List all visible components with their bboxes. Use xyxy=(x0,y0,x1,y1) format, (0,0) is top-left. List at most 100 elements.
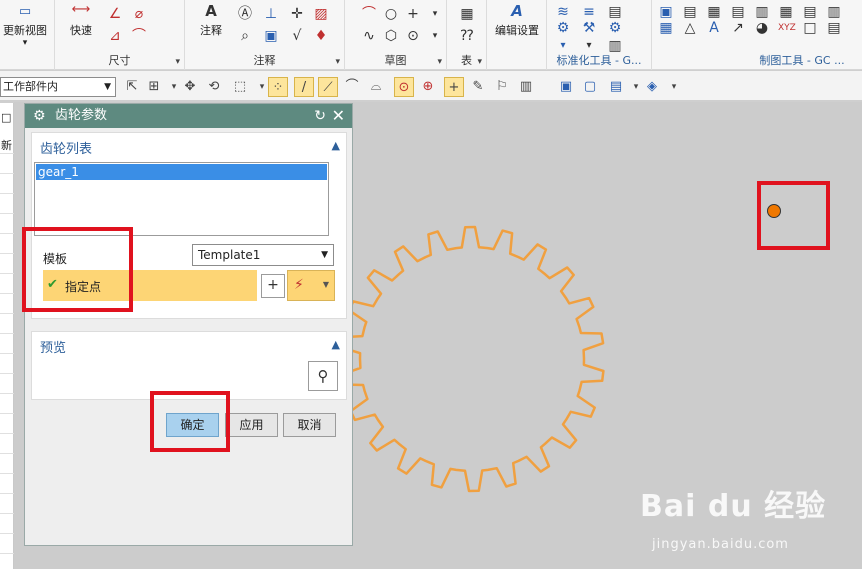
circle-icon[interactable]: ○ xyxy=(383,6,399,22)
polygon-icon[interactable]: ⬡ xyxy=(383,28,399,44)
chevron-down-icon[interactable]: ▾ xyxy=(427,28,443,44)
layout-icon[interactable]: ▤ xyxy=(606,77,626,97)
angular-dimension-icon[interactable]: ∠ xyxy=(107,6,123,22)
close-icon[interactable]: ✕ xyxy=(332,106,345,126)
chevron-down-icon[interactable]: ▾ xyxy=(477,57,482,67)
layers-icon[interactable]: ≡ xyxy=(581,4,597,20)
paint-icon[interactable]: ⚐ xyxy=(492,77,512,97)
preview-button[interactable]: ⚲ xyxy=(308,361,338,391)
hatch-icon[interactable]: ▨ xyxy=(313,6,329,22)
divider xyxy=(0,473,14,474)
update-view-button[interactable]: ▭ 更新视图 ▾ xyxy=(2,4,48,48)
line-snap-icon[interactable]: / xyxy=(294,77,314,97)
collapse-icon[interactable]: ▲ xyxy=(332,338,340,351)
collapse-icon[interactable]: ▲ xyxy=(332,139,340,152)
chevron-down-icon[interactable]: ▾ xyxy=(335,57,340,67)
divider xyxy=(0,213,14,214)
table-icon[interactable]: ▤ xyxy=(682,4,698,20)
radial-dimension-icon[interactable]: ⌀ xyxy=(131,6,147,22)
spline-icon[interactable]: ∿ xyxy=(361,28,377,44)
square-icon[interactable]: □ xyxy=(802,20,818,36)
table-icon[interactable]: ▤ xyxy=(802,4,818,20)
list-item[interactable]: gear_1 xyxy=(36,164,327,180)
select-icon[interactable]: ⇱ xyxy=(122,77,142,97)
pie-icon[interactable]: ◕ xyxy=(754,20,770,36)
component-icon[interactable]: ▥ xyxy=(516,77,536,97)
filter-icon[interactable]: ⊞ xyxy=(144,77,164,97)
chevron-down-icon[interactable]: ▾ xyxy=(664,77,684,97)
center-point-icon[interactable]: ⊙ xyxy=(394,77,414,97)
text-icon[interactable]: A xyxy=(706,20,722,36)
table-icon[interactable]: ▦ xyxy=(459,6,475,22)
quick-dimension-button[interactable]: ⟷ 快速 xyxy=(61,2,101,38)
rectangle-select-icon[interactable]: ⬚ xyxy=(230,77,250,97)
rotate-icon[interactable]: ⟲ xyxy=(204,77,224,97)
chevron-down-icon[interactable]: ▾ xyxy=(427,6,443,22)
quadrant-icon[interactable]: ⊕ xyxy=(418,77,438,97)
inferred-point-button[interactable]: ⚡ ▼ xyxy=(287,270,335,301)
grid-icon[interactable]: ▦ xyxy=(658,20,674,36)
curve-icon[interactable]: ⌒ xyxy=(342,77,362,97)
watermark-url: jingyan.baidu.com xyxy=(652,537,789,552)
point-dialog-button[interactable]: + xyxy=(261,274,285,298)
datum-icon[interactable]: ⊥ xyxy=(263,6,279,22)
chevron-down-icon[interactable]: ▾ xyxy=(437,57,442,67)
tangent-icon[interactable]: ⌓ xyxy=(366,77,386,97)
tool-icon[interactable]: ⚒ xyxy=(581,20,597,36)
gear-list[interactable]: gear_1 xyxy=(34,162,329,236)
divider xyxy=(0,453,14,454)
endpoint-icon[interactable]: ⟋ xyxy=(318,77,338,97)
chevron-down-icon[interactable]: ▾ xyxy=(175,57,180,67)
surface-finish-icon[interactable]: √ xyxy=(289,28,305,44)
edit-settings-label: 编辑设置 xyxy=(495,24,539,37)
zoom-icon[interactable]: ▢ xyxy=(580,77,600,97)
divider xyxy=(0,413,14,414)
table-icon[interactable]: ▦ xyxy=(706,4,722,20)
panel-icon[interactable]: □ xyxy=(1,111,11,124)
triangle-icon[interactable]: △ xyxy=(682,20,698,36)
dialog-title: 齿轮参数 xyxy=(55,108,108,123)
move-icon[interactable]: ✥ xyxy=(180,77,200,97)
arrow-icon[interactable]: ↗ xyxy=(730,20,746,36)
table-icon[interactable]: ▥ xyxy=(826,4,842,20)
image-icon[interactable]: ▣ xyxy=(658,4,674,20)
search-icon[interactable]: ⌕ xyxy=(237,28,253,44)
weld-icon[interactable]: ♦ xyxy=(313,28,329,44)
chevron-down-icon: ▾ xyxy=(22,38,28,48)
intersection-icon[interactable]: + xyxy=(444,77,464,97)
arc-dimension-icon[interactable]: ⌒ xyxy=(131,28,147,44)
feature-control-frame-icon[interactable]: Ⓐ xyxy=(237,6,253,22)
cancel-button[interactable]: 取消 xyxy=(283,413,336,437)
navigator-tab[interactable]: 新 xyxy=(1,137,12,153)
xyz-icon[interactable]: XYZ xyxy=(778,20,796,36)
parts-list-icon[interactable]: ⁇ xyxy=(459,28,475,44)
ribbon-group-standard-tools: ≋ ≡ ▤ ⚙ ⚒ ⚙ ▾ ▾ ▥ 标准化工具 - G... xyxy=(547,0,652,70)
pencil-icon[interactable]: ✎ xyxy=(468,77,488,97)
ribbon-group-sketch: ⌒ ○ + ▾ ∿ ⬡ ⊙ ▾ 草图 ▾ xyxy=(345,0,447,70)
table-icon[interactable]: ▤ xyxy=(607,4,623,20)
divider xyxy=(0,153,14,154)
table-icon[interactable]: ▤ xyxy=(730,4,746,20)
chamfer-dimension-icon[interactable]: ⊿ xyxy=(107,28,123,44)
settings-icon[interactable]: ⚙ xyxy=(607,20,623,36)
view-icon[interactable]: ▣ xyxy=(556,77,576,97)
reset-icon[interactable]: ↻ xyxy=(314,107,326,125)
image-icon[interactable]: ▣ xyxy=(263,28,279,44)
display-icon[interactable]: ◈ xyxy=(642,77,662,97)
table-icon[interactable]: ▥ xyxy=(754,4,770,20)
stack-icon[interactable]: ≋ xyxy=(555,4,571,20)
snap-point-icon[interactable]: ⁘ xyxy=(268,77,288,97)
filter-select[interactable]: 工作部件内 ▼ xyxy=(0,77,116,97)
table-icon[interactable]: ▤ xyxy=(826,20,842,36)
table-icon[interactable]: ▦ xyxy=(778,4,794,20)
point-icon[interactable]: + xyxy=(405,6,421,22)
apply-button[interactable]: 应用 xyxy=(225,413,278,437)
template-select[interactable]: Template1 ▼ xyxy=(192,244,334,266)
arc-icon[interactable]: ⌒ xyxy=(361,6,377,22)
dialog-title-bar[interactable]: ⚙ 齿轮参数 ↻ ✕ xyxy=(25,104,352,128)
target-icon[interactable]: ✛ xyxy=(289,6,305,22)
ellipse-icon[interactable]: ⊙ xyxy=(405,28,421,44)
gear-icon[interactable]: ⚙ xyxy=(555,20,571,36)
annotation-button[interactable]: A 注释 xyxy=(191,2,231,38)
edit-settings-button[interactable]: A 编辑设置 xyxy=(491,2,543,38)
